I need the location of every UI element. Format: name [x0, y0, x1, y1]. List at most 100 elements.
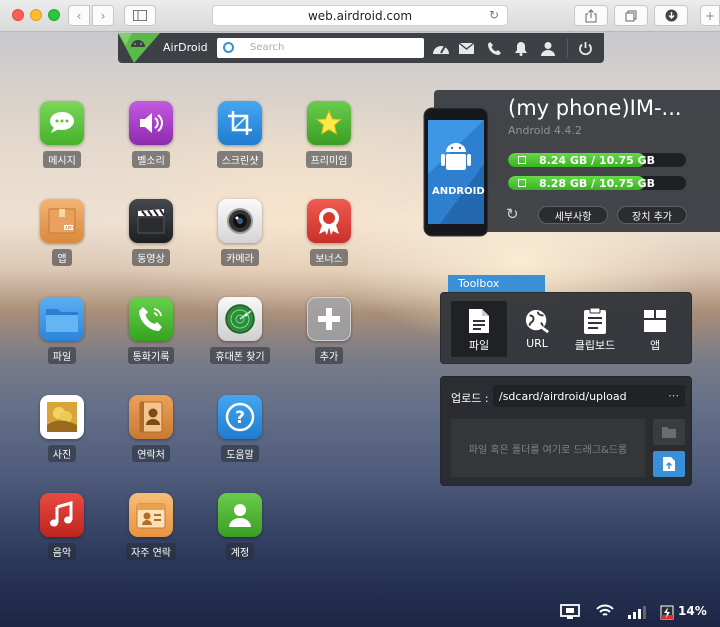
- drop-zone-text: 파일 혹은 폴더를 여기로 드래그&드롭: [468, 444, 628, 456]
- share-button[interactable]: [574, 5, 608, 26]
- user-icon[interactable]: [539, 40, 557, 56]
- tool-label: URL: [526, 337, 548, 350]
- airdroid-toolbar: AirDroid Search: [118, 33, 604, 63]
- app-premium[interactable]: 프리미엄: [294, 101, 364, 168]
- tabs-icon: [625, 10, 637, 21]
- app-label: 메시지: [43, 151, 81, 168]
- app-files[interactable]: 파일: [27, 297, 97, 364]
- power-icon[interactable]: [576, 40, 594, 56]
- downloads-button[interactable]: [654, 5, 688, 26]
- toolbar-divider: [567, 39, 568, 57]
- tool-app[interactable]: 앱: [627, 301, 683, 357]
- app-apps[interactable]: APP 앱: [27, 199, 97, 266]
- chevron-right-icon: ›: [100, 8, 106, 23]
- app-label: 통화기록: [127, 347, 175, 364]
- mail-check-icon[interactable]: [458, 40, 476, 56]
- app-messages[interactable]: 메시지: [27, 101, 97, 168]
- close-window-button[interactable]: [12, 9, 24, 21]
- storage-text: 8.24 GB / 10.75 GB: [538, 154, 656, 167]
- music-icon: [40, 493, 84, 537]
- refresh-icon[interactable]: ↻: [506, 205, 519, 223]
- app-label: 파일: [47, 347, 77, 364]
- minimize-window-button[interactable]: [30, 9, 42, 21]
- app-frequent-contacts[interactable]: 자주 연락: [116, 493, 186, 560]
- app-add[interactable]: 추가: [294, 297, 364, 364]
- search-input[interactable]: Search: [217, 38, 424, 58]
- app-account[interactable]: 계정: [205, 493, 275, 560]
- tool-file[interactable]: 파일: [451, 301, 507, 357]
- phone-icon[interactable]: [485, 40, 503, 56]
- upload-file-button[interactable]: [653, 451, 685, 477]
- app-label: 사진: [47, 445, 77, 462]
- device-panel: ANDROID (my phone)IM-... Android 4.4.2 8…: [423, 90, 720, 237]
- app-label: 앱: [52, 249, 72, 266]
- app-label: 연락처: [132, 445, 170, 462]
- app-music[interactable]: 음악: [27, 493, 97, 560]
- app-ringtones[interactable]: 벨소리: [116, 101, 186, 168]
- forward-button[interactable]: ›: [92, 5, 114, 26]
- tabs-button[interactable]: [614, 5, 648, 26]
- bell-icon[interactable]: [512, 40, 530, 56]
- app-contacts[interactable]: 연락처: [116, 395, 186, 462]
- app-screenshot[interactable]: 스크린샷: [205, 101, 275, 168]
- brand-name: AirDroid: [163, 41, 208, 54]
- battery-icon: [660, 604, 674, 623]
- new-tab-button[interactable]: +: [700, 5, 720, 26]
- add-device-button[interactable]: 장치 추가: [617, 206, 687, 224]
- status-bar: 14%: [0, 598, 720, 627]
- sidebar-button[interactable]: [124, 5, 156, 26]
- app-label: 자주 연락: [126, 543, 176, 560]
- app-find-phone[interactable]: 휴대폰 찾기: [205, 297, 275, 364]
- tool-label: 앱: [649, 339, 661, 352]
- drop-zone[interactable]: 파일 혹은 폴더를 여기로 드래그&드롭: [451, 419, 645, 477]
- storage-text: 8.28 GB / 10.75 GB: [538, 177, 656, 190]
- tool-clipboard[interactable]: 클립보드: [567, 301, 623, 357]
- app-label: 보너스: [310, 249, 348, 266]
- app-box-icon: [642, 307, 668, 335]
- battery-percent: 14%: [678, 604, 707, 618]
- more-icon[interactable]: ⋯: [668, 389, 679, 402]
- reload-icon[interactable]: ↻: [489, 8, 499, 22]
- app-label: 카메라: [221, 249, 259, 266]
- upload-folder-button[interactable]: [653, 419, 685, 445]
- app-call-logs[interactable]: 통화기록: [116, 297, 186, 364]
- svg-text:?: ?: [235, 408, 245, 428]
- zoom-window-button[interactable]: [48, 9, 60, 21]
- address-bar[interactable]: web.airdroid.com ↻: [212, 5, 508, 26]
- screen-mirror-icon[interactable]: [560, 604, 580, 623]
- details-button[interactable]: 세부사항: [538, 206, 608, 224]
- help-icon: ?: [218, 395, 262, 439]
- toolbox-tab[interactable]: Toolbox: [448, 275, 545, 292]
- android-version: Android 4.4.2: [508, 124, 583, 137]
- app-label: 벨소리: [132, 151, 170, 168]
- frequent-contact-icon: [129, 493, 173, 537]
- app-camera[interactable]: 카메라: [205, 199, 275, 266]
- contacts-book-icon: [129, 395, 173, 439]
- tool-label: 파일: [468, 339, 490, 352]
- radar-icon: [218, 297, 262, 341]
- speaker-icon: [129, 101, 173, 145]
- app-help[interactable]: ? 도움말: [205, 395, 275, 462]
- app-label: 음악: [47, 543, 77, 560]
- message-icon: [40, 101, 84, 145]
- tool-url[interactable]: URL: [509, 301, 565, 357]
- app-label: 스크린샷: [216, 151, 264, 168]
- chevron-left-icon: ‹: [76, 8, 82, 23]
- internal-storage-bar: 8.24 GB / 10.75 GB: [508, 153, 686, 167]
- speedometer-icon[interactable]: [432, 40, 450, 56]
- back-button[interactable]: ‹: [68, 5, 90, 26]
- file-upload-icon: [663, 457, 675, 471]
- app-videos[interactable]: 동영상: [116, 199, 186, 266]
- url-text: web.airdroid.com: [307, 8, 413, 23]
- app-bonus[interactable]: 보너스: [294, 199, 364, 266]
- upload-path-field[interactable]: /sdcard/airdroid/upload ⋯: [493, 385, 685, 407]
- app-label: 프리미엄: [305, 151, 353, 168]
- app-photos[interactable]: 사진: [27, 395, 97, 462]
- phone-image: [423, 107, 489, 237]
- camera-icon: [218, 199, 262, 243]
- share-icon: [585, 8, 597, 22]
- signal-icon: [626, 604, 650, 623]
- photo-icon: [40, 395, 84, 439]
- search-placeholder: Search: [250, 42, 285, 53]
- app-box-icon: APP: [40, 199, 84, 243]
